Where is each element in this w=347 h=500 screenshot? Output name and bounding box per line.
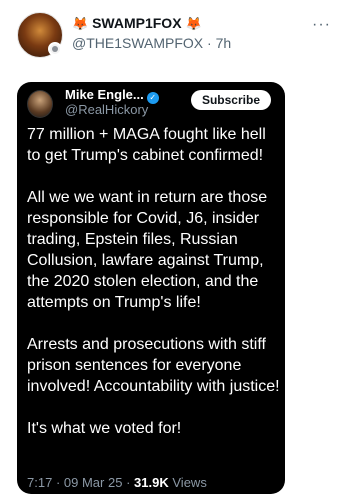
embedded-author-handle: @RealHickory <box>65 102 149 117</box>
fox-emoji-icon: 🦊 <box>185 16 202 31</box>
views-count: 31.9K <box>134 475 169 490</box>
author-name[interactable]: SWAMP1FOX <box>92 15 181 31</box>
tweet-paragraph: Arrests and prosecutions with stiff pris… <box>27 336 280 395</box>
embedded-tweet-text: 77 million + MAGA fought like hell to ge… <box>27 124 283 460</box>
affiliation-badge-icon <box>48 42 62 56</box>
verified-badge-icon: ✓ <box>146 92 159 104</box>
handle-row: @THE1SWAMPFOX · 7h <box>72 33 307 53</box>
embedded-author-avatar <box>27 90 53 118</box>
tweet-paragraph: It's what we voted for! <box>27 420 182 437</box>
subscribe-button: Subscribe <box>190 90 271 110</box>
more-options-icon[interactable]: ··· <box>312 16 331 34</box>
post-timestamp[interactable]: 7h <box>216 35 232 51</box>
embedded-time: 7:17 <box>27 475 53 490</box>
embedded-tweet-screenshot[interactable]: Mike Engle... ✓ @RealHickory Subscribe 77… <box>17 82 285 494</box>
author-handle[interactable]: @THE1SWAMPFOX <box>72 35 203 51</box>
post-header: 🦊 SWAMP1FOX 🦊 @THE1SWAMPFOX · 7h <box>72 14 307 53</box>
separator: · <box>126 475 131 490</box>
embedded-tweet-footer: 7:17 · 09 Mar 25 · 31.9K Views <box>27 475 207 490</box>
embedded-author-name: Mike Engle... <box>65 87 144 102</box>
author-name-row[interactable]: 🦊 SWAMP1FOX 🦊 <box>72 14 307 33</box>
views-label: Views <box>172 475 207 490</box>
separator: · <box>207 35 212 51</box>
separator: · <box>55 475 61 490</box>
fox-emoji-icon: 🦊 <box>72 16 89 31</box>
social-post: 🦊 SWAMP1FOX 🦊 @THE1SWAMPFOX · 7h ··· Mik… <box>0 0 347 500</box>
embedded-date: 09 Mar 25 <box>63 475 123 490</box>
tweet-paragraph: All we we want in return are those respo… <box>27 189 268 311</box>
tweet-paragraph: 77 million + MAGA fought like hell to ge… <box>27 126 266 164</box>
